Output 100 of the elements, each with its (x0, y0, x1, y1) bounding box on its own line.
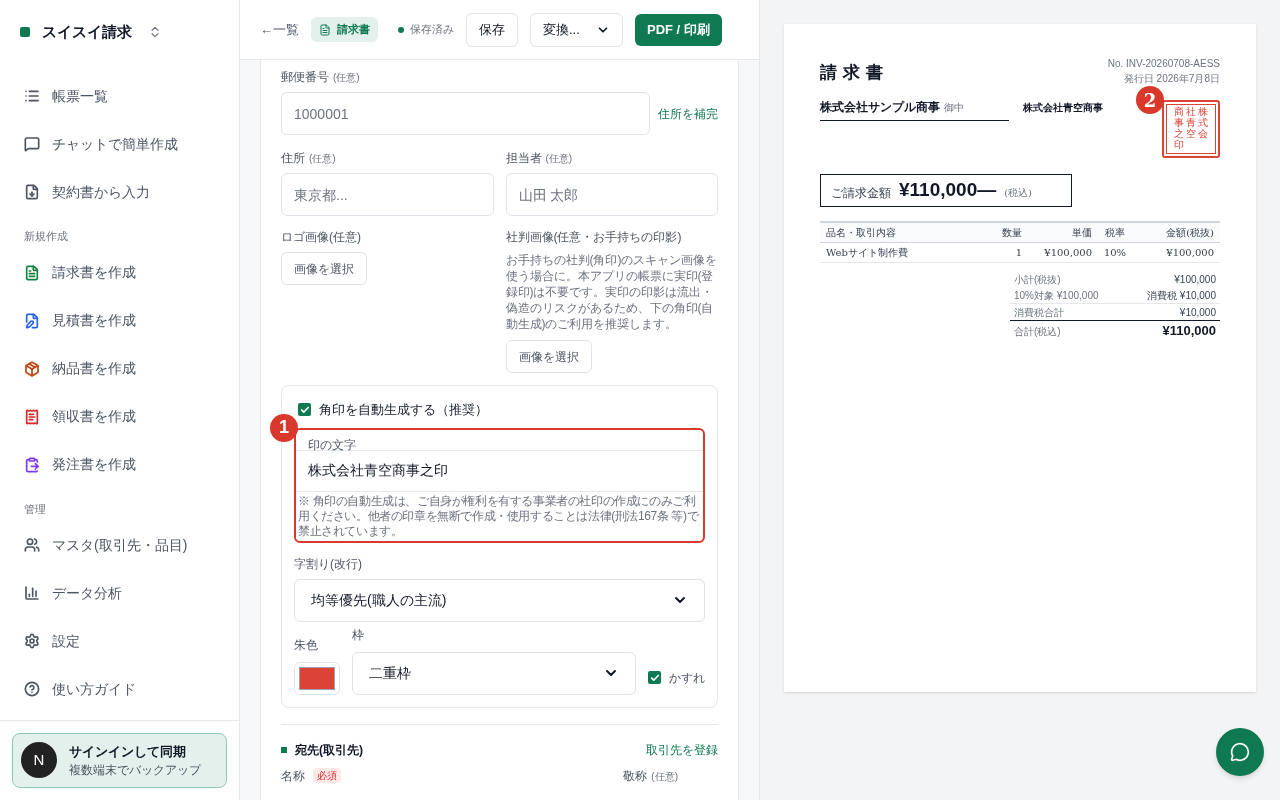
amount-label: ご請求金額 (831, 184, 891, 202)
optional-note: (任意) (545, 152, 573, 166)
column-header: 数量 (1001, 226, 1022, 240)
checkbox-label: かすれ (669, 669, 705, 687)
summary-value: ¥110,000 (1162, 322, 1216, 341)
save-status: 保存済み (410, 22, 454, 38)
nav-item[interactable]: 納品書を作成 (0, 344, 239, 393)
seal-text: 社青空 (1186, 106, 1196, 141)
field-label: 住所 (281, 150, 305, 167)
nav-item[interactable]: データ分析 (0, 569, 239, 617)
summary-label: 合計(税込) (1014, 324, 1061, 339)
seal-text: 株式会 (1198, 106, 1208, 141)
save-button[interactable]: 保存 (466, 12, 518, 47)
summary-value: ¥100,000 (1174, 272, 1216, 287)
nav-item[interactable]: チャットで簡単作成 (0, 120, 239, 168)
pdf-button[interactable]: PDF / 印刷 (635, 13, 722, 46)
nav-item[interactable]: 帳票一覧 (0, 72, 239, 120)
nav-item[interactable]: マスタ(取引先・品目) (0, 521, 239, 569)
nav-item[interactable]: 設定 (0, 617, 239, 665)
input-field[interactable]: 東京都... (281, 173, 494, 216)
table-cell-text: Webサイト制作費 (826, 246, 909, 260)
section-heading: 管理 (23, 501, 47, 517)
bar-chart-icon (24, 585, 40, 601)
checkbox[interactable] (298, 403, 311, 417)
table-cell-text: ¥100,000 (1043, 246, 1092, 260)
field-label: 担当者 (505, 150, 542, 167)
summary-label: 消費税合計 (1014, 305, 1064, 320)
brand-icon (20, 27, 30, 37)
table-cell-text: ¥100,000 (1165, 246, 1214, 260)
seal-description: お手持ちの社判(角印)のスキャン画像を使う場合に。本アプリの帳票に実印(登録印)は不要です。実印の印影は流出・偽造のリスクがあるため、下の角印(自動生成)のご利用を推奨します。 (505, 252, 718, 332)
signin-card[interactable]: N サインインして同期 複数端末でバックアップ (12, 732, 227, 788)
field-label: 郵便番号 (281, 69, 329, 86)
optional-note: (任意) (651, 769, 678, 784)
brand-name: スイスイ請求 (42, 21, 132, 42)
users-icon (24, 537, 40, 553)
client-name: 株式会社サンプル商事 (820, 99, 940, 116)
help-icon (24, 681, 40, 697)
input-field[interactable]: 山田 太郎 (505, 173, 718, 216)
section-heading: 新規作成 (23, 229, 69, 244)
chat-icon (24, 136, 40, 152)
issuer-name: 株式会社青空商事 (1023, 101, 1103, 115)
summary-label: 10%対象 ¥100,000 (1014, 288, 1099, 303)
checkbox-label: 角印を自動生成する（推奨） (319, 401, 488, 419)
layout-select[interactable]: 均等優先(職人の主流) (294, 578, 705, 622)
field-label: 印の文字 (308, 437, 356, 452)
checkbox[interactable] (648, 671, 661, 684)
column-header: 税率 (1104, 226, 1126, 240)
field-label: 敬称 (623, 767, 648, 785)
optional-note: (任意) (333, 71, 360, 85)
field-label: 社判画像(任意・お手持ちの印影) (505, 229, 682, 246)
frame-select[interactable]: 二重枠 (352, 651, 636, 695)
choose-image-button[interactable]: 画像を選択 (505, 340, 592, 373)
nav-item[interactable]: 契約書から入力 (0, 168, 239, 216)
register-client-link[interactable]: 取引先を登録 (646, 740, 718, 759)
required-tag: 必須 (313, 768, 341, 783)
field-label: ロゴ画像(任意) (281, 229, 361, 246)
file-download-icon (24, 184, 40, 200)
field-label: 枠 (352, 626, 365, 644)
amount-value: ¥110,000— (899, 178, 997, 203)
chat-icon (1230, 742, 1250, 762)
table-cell-text: 1 (1014, 246, 1022, 260)
choose-image-button[interactable]: 画像を選択 (281, 252, 367, 285)
tax-note: (税込) (1004, 186, 1032, 200)
annotation-badge: 2 (1136, 86, 1164, 114)
field-label: 名称 (281, 767, 305, 785)
nav-item[interactable]: 発注書を作成 (0, 440, 239, 489)
invoice-title: 請 求 書 (820, 61, 883, 84)
nav-item[interactable]: 使い方ガイド (0, 665, 239, 713)
section-title: 宛先(取引先) (295, 741, 363, 759)
chat-button[interactable] (1216, 728, 1264, 776)
input-field[interactable]: 1000001 (281, 92, 650, 135)
optional-note: (任意) (309, 152, 336, 166)
summary-label: 小計(税抜) (1014, 272, 1061, 287)
invoice-number: No. INV-20260708-AESS (1107, 57, 1220, 71)
nav-item[interactable]: 請求書を作成 (0, 248, 239, 297)
field-label: 字割り(改行) (294, 555, 362, 573)
section-marker-icon (281, 746, 287, 753)
nav-item[interactable]: 見積書を作成 (0, 296, 239, 345)
column-header: 金額(税抜) (1165, 226, 1214, 240)
autofill-link[interactable]: 住所を補完 (658, 104, 718, 123)
summary-value: 消費税 ¥10,000 (1147, 288, 1216, 303)
document-type-badge: 請求書 (311, 17, 378, 42)
summary-value: ¥10,000 (1179, 305, 1216, 320)
table-cell-text: 10% (1102, 246, 1128, 260)
avatar: N (21, 742, 57, 779)
settings-icon (24, 633, 40, 649)
list-icon (24, 88, 40, 104)
column-header: 単価 (1071, 226, 1092, 240)
annotation-badge: 1 (270, 413, 298, 442)
convert-select[interactable]: 変換... (530, 12, 623, 47)
issue-date: 発行日 2026年7月8日 (1122, 72, 1220, 86)
honorific: 御中 (944, 101, 964, 115)
signin-subtitle: 複数端末でバックアップ (69, 762, 201, 779)
column-header: 品名・取引内容 (826, 226, 897, 240)
seal-text: 商事之印 (1174, 106, 1184, 152)
back-link[interactable]: ←一覧 (260, 19, 299, 40)
field-label: 朱色 (294, 636, 319, 654)
legal-notice: ※ 角印の自動生成は、ご自身が権利を有する事業者の社印の作成にのみご利用ください。他者の印章を無断で作成・使用することは法律(刑法167条 等)で禁止されています。 (297, 492, 700, 540)
color-swatch[interactable] (294, 661, 340, 695)
nav-item[interactable]: 領収書を作成 (0, 392, 239, 441)
